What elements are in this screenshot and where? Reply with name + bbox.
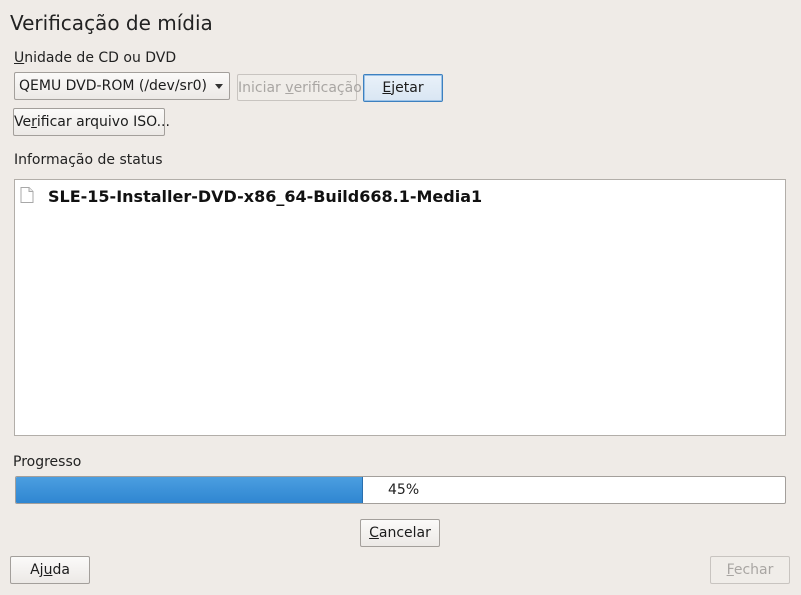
help-button[interactable]: Ajuda [10,556,90,584]
drive-label-mnemonic: U [14,50,25,66]
eject-button[interactable]: Ejetar [363,74,443,102]
eject-mnemonic: E [382,80,392,96]
verify-iso-label-rest: ificar arquivo ISO... [36,114,170,130]
status-list[interactable]: SLE-15-Installer-DVD-x86_64-Build668.1-M… [14,179,786,436]
cancel-label-rest: ancelar [378,525,431,541]
verify-iso-button[interactable]: Verificar arquivo ISO... [13,108,170,136]
cancel-button[interactable]: Cancelar [360,519,440,547]
start-check-label: Iniciar [238,80,286,96]
start-check-label-rest: erificação [293,80,362,96]
status-item-text: SLE-15-Installer-DVD-x86_64-Build668.1-M… [48,187,483,206]
eject-label-rest: jetar [391,80,424,96]
drive-label: Unidade de CD ou DVD [14,50,176,66]
progress-label: Progresso [13,454,82,470]
close-label-rest: echar [733,562,774,578]
drive-select-value: QEMU DVD-ROM (/dev/sr0) [19,78,207,94]
help-label: Aj [30,562,44,578]
close-button[interactable]: Fechar [710,556,790,584]
close-mnemonic: F [726,562,734,578]
start-check-button[interactable]: Iniciar verificação [237,74,362,101]
drive-select[interactable]: QEMU DVD-ROM (/dev/sr0) [14,72,230,100]
status-label: Informação de status [14,152,163,168]
drive-label-rest: nidade de CD ou DVD [24,50,177,66]
verify-iso-label: Ve [14,114,32,130]
status-list-item[interactable]: SLE-15-Installer-DVD-x86_64-Build668.1-M… [20,186,483,206]
document-icon [20,186,34,203]
help-label-rest: da [52,562,70,578]
cancel-mnemonic: C [369,525,379,541]
progress-text: 45% [388,482,420,498]
dialog-title: Verificação de mídia [10,11,213,35]
chevron-down-icon [215,84,223,89]
progress-fill [16,477,363,503]
start-check-mnemonic: v [285,80,294,96]
progress-bar: 45% [15,476,786,504]
